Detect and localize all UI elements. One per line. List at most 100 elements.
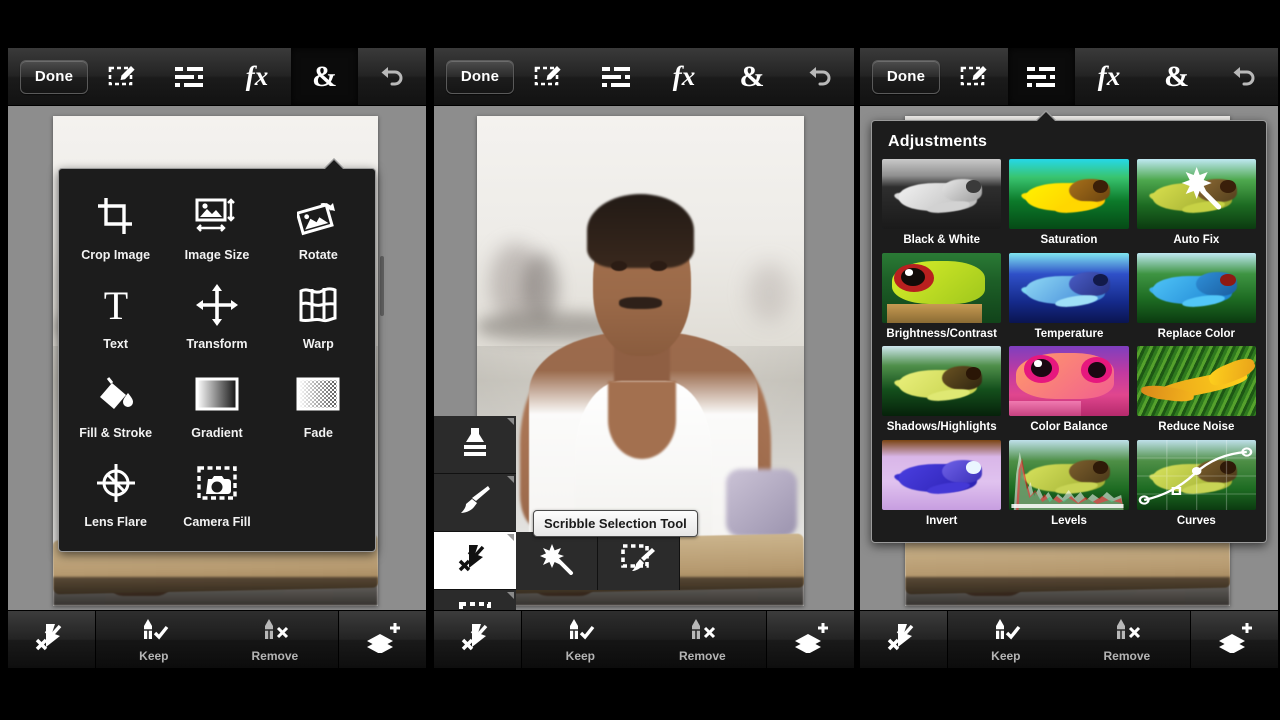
- adjustment-label: Saturation: [1040, 234, 1098, 246]
- add-tool-tab[interactable]: &: [718, 48, 786, 105]
- adjustment-saturation[interactable]: Saturation: [1009, 159, 1129, 247]
- more-options-corner-icon: [507, 534, 514, 541]
- remove-button[interactable]: Remove: [679, 617, 726, 663]
- warp-icon: [297, 282, 339, 328]
- keep-button[interactable]: Keep: [136, 617, 172, 663]
- keep-remove-group: Keep Remove: [948, 611, 1190, 668]
- adjustment-label: Black & White: [903, 234, 980, 246]
- top-toolbar-2: Done fx &: [434, 48, 854, 106]
- magic-wand-overlay-icon: [1181, 167, 1221, 210]
- keep-pencil-check-icon: [136, 617, 172, 648]
- effects-tool-tab[interactable]: fx: [650, 48, 718, 105]
- fx-icon: fx: [1097, 61, 1121, 91]
- undo-tool-tab[interactable]: [358, 48, 426, 105]
- undo-tool-tab[interactable]: [786, 48, 854, 105]
- more-options-corner-icon: [507, 418, 514, 425]
- refine-edge-tool[interactable]: [598, 532, 680, 590]
- adjustment-invert[interactable]: Invert: [882, 439, 1002, 528]
- tool-transform[interactable]: Transform: [166, 274, 267, 359]
- selection-tool-tab[interactable]: [88, 48, 156, 105]
- clone-stamp-tool[interactable]: [434, 416, 516, 474]
- camera-fill-icon: [196, 460, 238, 506]
- keep-button[interactable]: Keep: [988, 617, 1024, 663]
- selection-tool-tab[interactable]: [514, 48, 582, 105]
- scribble-selection-button[interactable]: [860, 611, 948, 668]
- remove-button[interactable]: Remove: [1103, 617, 1150, 663]
- selection-lasso-icon: [959, 64, 989, 90]
- tool-rotate[interactable]: Rotate: [268, 185, 369, 270]
- adjustments-grid: Black & White Saturation Auto Fix Bright…: [872, 157, 1266, 542]
- adjustment-brightness-contrast[interactable]: Brightness/Contrast: [882, 252, 1002, 341]
- adjustment-temperature[interactable]: Temperature: [1009, 252, 1129, 341]
- more-options-corner-icon: [507, 592, 514, 599]
- adjustment-replace-color[interactable]: Replace Color: [1136, 252, 1256, 341]
- tool-image-size[interactable]: Image Size: [166, 185, 267, 270]
- lens-flare-icon: [95, 460, 137, 506]
- scribble-selection-button[interactable]: [8, 611, 96, 668]
- selection-tool-tab[interactable]: [940, 48, 1008, 105]
- tool-label: Camera Fill: [183, 515, 251, 529]
- tool-label: Transform: [186, 337, 248, 351]
- tool-fade[interactable]: Fade: [268, 363, 369, 448]
- adjustments-tool-tab[interactable]: [1007, 48, 1076, 105]
- adjustment-reduce-noise[interactable]: Reduce Noise: [1136, 346, 1256, 434]
- top-toolbar-3: Done fx &: [860, 48, 1278, 106]
- sliders-icon: [601, 65, 631, 89]
- crop-icon: [96, 193, 136, 239]
- remove-button[interactable]: Remove: [251, 617, 298, 663]
- tool-fill-stroke[interactable]: Fill & Stroke: [65, 363, 166, 448]
- tool-palette-column: [434, 416, 516, 610]
- done-button[interactable]: Done: [446, 59, 514, 94]
- bw-frog-thumbnail: [882, 159, 1002, 229]
- sliders-icon: [1026, 65, 1056, 89]
- keep-pencil-check-icon: [562, 617, 598, 648]
- effects-tool-tab[interactable]: fx: [1075, 48, 1143, 105]
- tool-gradient[interactable]: Gradient: [166, 363, 267, 448]
- remove-label: Remove: [251, 648, 299, 663]
- fx-icon: fx: [672, 61, 696, 91]
- marquee-tool[interactable]: [434, 590, 516, 610]
- adjustment-shadows-highlights[interactable]: Shadows/Highlights: [882, 346, 1002, 434]
- adjustments-tool-tab[interactable]: [582, 48, 650, 105]
- effects-tool-tab[interactable]: fx: [223, 48, 291, 105]
- tool-label: Text: [103, 337, 129, 351]
- brush-tool[interactable]: [434, 474, 516, 532]
- tool-label: Crop Image: [81, 248, 151, 262]
- adjustment-label: Replace Color: [1157, 327, 1235, 340]
- remove-pencil-x-icon: [257, 617, 293, 648]
- adjustment-label: Reduce Noise: [1158, 421, 1235, 434]
- tool-text[interactable]: T Text: [65, 274, 166, 359]
- tool-lens-flare[interactable]: Lens Flare: [65, 452, 166, 537]
- add-layer-button[interactable]: [1190, 611, 1278, 668]
- tool-camera-fill[interactable]: Camera Fill: [166, 452, 267, 537]
- adjustment-curves[interactable]: Curves: [1136, 439, 1256, 528]
- scribble-selection-button[interactable]: [434, 611, 522, 668]
- undo-tool-tab[interactable]: [1210, 48, 1278, 105]
- magic-wand-icon: [539, 543, 575, 580]
- done-button[interactable]: Done: [872, 59, 940, 94]
- add-layer-button[interactable]: [338, 611, 426, 668]
- adjustments-tool-tab[interactable]: [156, 48, 224, 105]
- adjustment-label: Auto Fix: [1173, 234, 1220, 246]
- tool-warp[interactable]: Warp: [268, 274, 369, 359]
- canvas-scrollbar-1[interactable]: [380, 256, 384, 316]
- adjustment-levels[interactable]: Levels: [1009, 439, 1129, 528]
- adjustment-black-and-white[interactable]: Black & White: [882, 159, 1002, 247]
- magic-wand-tool[interactable]: [516, 532, 598, 590]
- bottom-toolbar-3: Keep Remove: [860, 610, 1278, 668]
- add-layer-button[interactable]: [766, 611, 854, 668]
- keep-button[interactable]: Keep: [562, 617, 598, 663]
- tool-label: Gradient: [191, 426, 243, 440]
- tool-crop-image[interactable]: Crop Image: [65, 185, 166, 270]
- add-tools-popover: Crop Image Image Size Rotate T Text Tran…: [58, 158, 376, 552]
- adjustment-auto-fix[interactable]: Auto Fix: [1136, 159, 1256, 247]
- add-tool-tab[interactable]: &: [1143, 48, 1211, 105]
- done-button[interactable]: Done: [20, 59, 88, 94]
- curves-overlay-icon: [1136, 439, 1256, 510]
- scribble-selection-tool[interactable]: [434, 532, 516, 590]
- adjustments-title: Adjustments: [888, 133, 988, 150]
- add-tool-tab[interactable]: &: [290, 48, 359, 105]
- rotate-icon: [297, 193, 339, 239]
- scribble-selection-icon: [460, 621, 496, 658]
- adjustment-color-balance[interactable]: Color Balance: [1009, 346, 1129, 434]
